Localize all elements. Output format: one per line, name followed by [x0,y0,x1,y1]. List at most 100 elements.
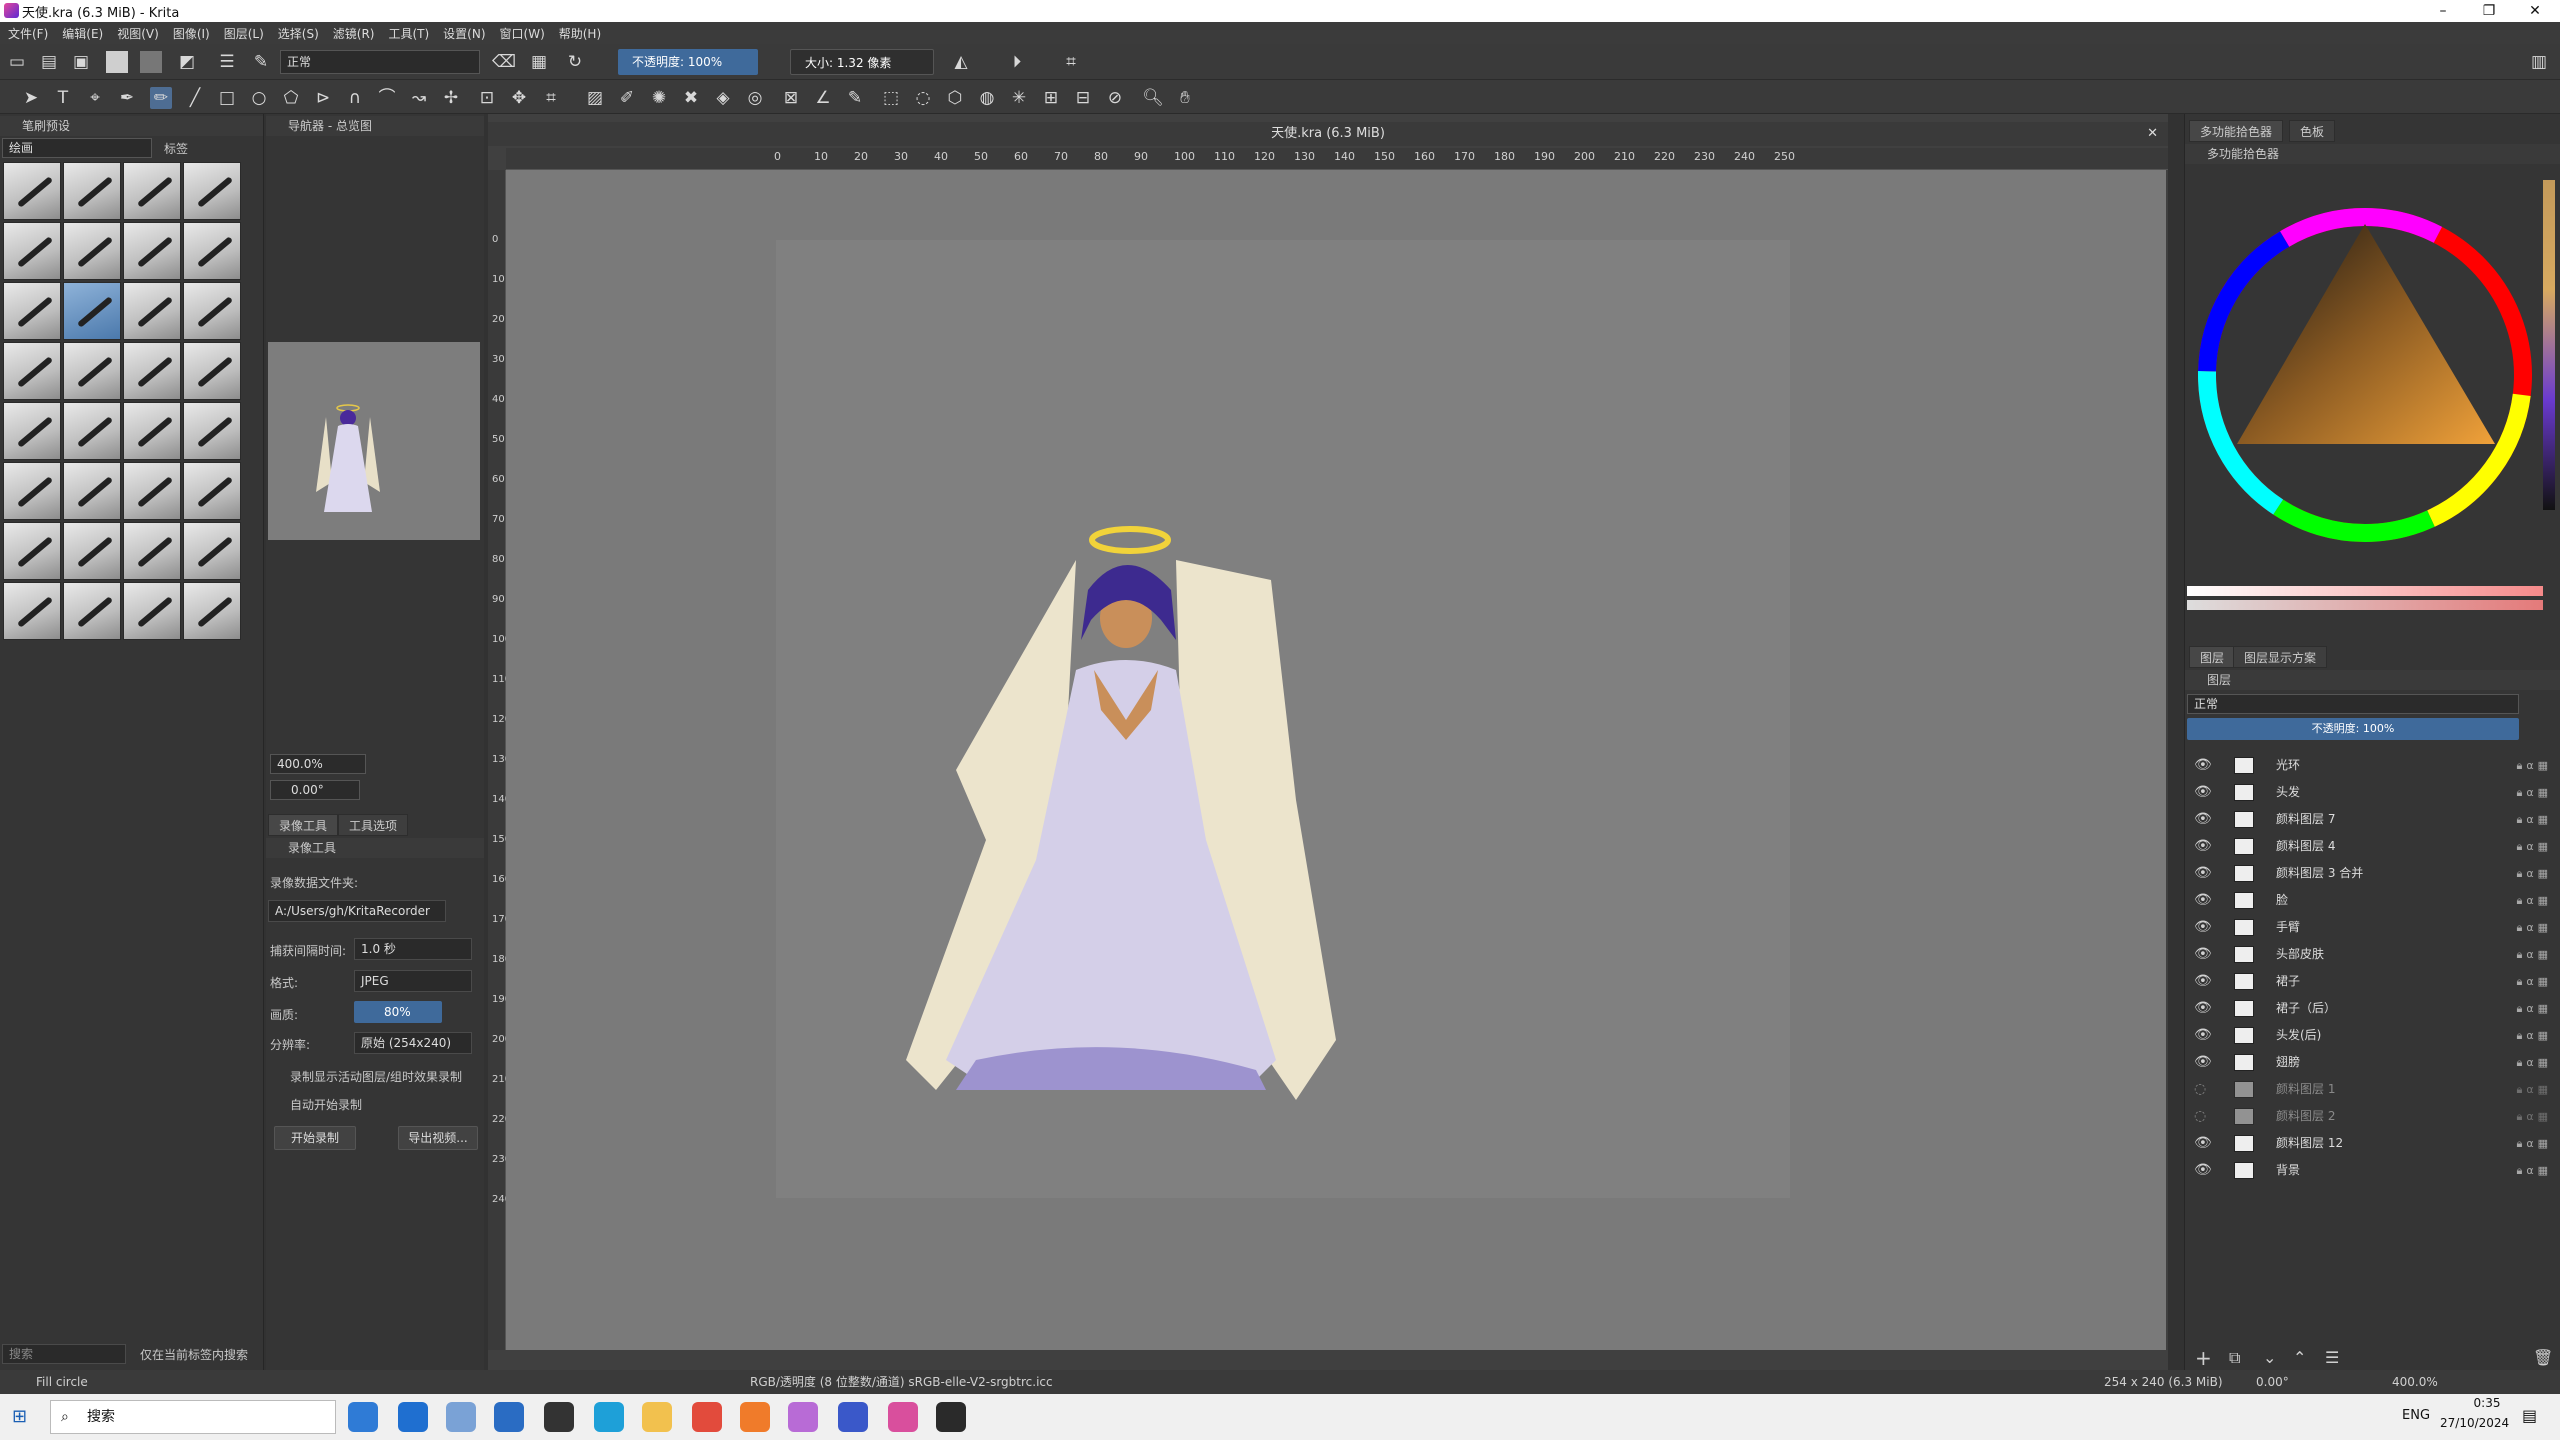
close-window-button[interactable]: ✕ [2512,0,2558,22]
duplicate-layer-icon[interactable]: ⧉ [2229,1348,2240,1368]
eye-icon[interactable]: 👁︎ [2194,887,2212,914]
magnetic-select-icon[interactable]: ⊘ [1104,87,1126,109]
brush-preset[interactable] [3,462,61,520]
freehand-select-icon[interactable]: ◍ [976,87,998,109]
brush-preset[interactable] [183,162,241,220]
brush-preset[interactable] [123,282,181,340]
brush-preset[interactable] [123,222,181,280]
app-icon[interactable] [936,1402,966,1432]
layer-lock-icon[interactable]: 🔒︎α▦ [2517,1022,2553,1049]
brush-preset[interactable] [183,582,241,640]
brush-preset[interactable] [3,522,61,580]
maximize-button[interactable]: ❐ [2466,0,2512,22]
menu-help[interactable]: 帮助(H) [559,25,601,42]
new-document-icon[interactable]: ▭ [6,51,28,73]
app-icon[interactable] [788,1402,818,1432]
move-tool-icon[interactable]: ✥ [508,87,530,109]
similar-select-icon[interactable]: ⊞ [1040,87,1062,109]
polyline-tool-icon[interactable]: ⊳ [312,87,334,109]
brush-preset[interactable] [3,402,61,460]
select-shapes-icon[interactable]: ➤ [20,87,42,109]
menu-view[interactable]: 视图(V) [117,25,159,42]
rect-select-icon[interactable]: ⬚ [880,87,902,109]
layer-lock-icon[interactable]: 🔒︎α▦ [2517,941,2553,968]
recorder-active-layer-checkbox[interactable]: 录制显示活动图层/组时效果录制 [290,1068,462,1085]
layer-lock-icon[interactable]: 🔒︎α▦ [2517,887,2553,914]
canvas-image[interactable] [776,240,1790,1198]
minimize-button[interactable]: – [2420,0,2466,22]
export-video-button[interactable]: 导出视频... [398,1126,478,1150]
brush-preset[interactable] [123,402,181,460]
eye-icon[interactable]: 👁︎ [2194,968,2212,995]
gradient-swatch[interactable] [106,51,128,73]
brush-preset[interactable] [123,342,181,400]
recorder-quality-slider[interactable]: 80% [354,1001,442,1023]
status-rotation[interactable]: 0.00° [2256,1370,2289,1394]
layer-row[interactable]: 👁︎ 脸 🔒︎α▦ [2186,887,2558,914]
polygon-select-icon[interactable]: ⬡ [944,87,966,109]
bezier-select-icon[interactable]: ⊟ [1072,87,1094,109]
search-in-tag-checkbox[interactable]: 仅在当前标签内搜索 [140,1346,248,1363]
alpha-lock-icon[interactable]: ▦ [528,51,550,73]
blend-mode-select[interactable]: 正常 [280,50,480,74]
brush-preset[interactable] [183,282,241,340]
brush-preset[interactable] [123,522,181,580]
reference-tool-icon[interactable]: ✎ [844,87,866,109]
brush-settings-icon[interactable]: ☰ [216,51,238,73]
docker-toggle-icon[interactable]: ▥ [2528,51,2550,73]
color-picker-icon[interactable]: ✐ [616,87,638,109]
layer-row[interactable]: 👁︎ 背景 🔒︎α▦ [2186,1157,2558,1184]
colorize-mask-icon[interactable]: ✖ [680,87,702,109]
menu-file[interactable]: 文件(F) [8,25,48,42]
eye-icon[interactable]: 👁︎ [2194,1130,2212,1157]
brush-preset[interactable] [123,582,181,640]
brush-preset-selected[interactable] [63,282,121,340]
taskbar-search[interactable]: ⌕ 搜索 [50,1400,336,1434]
layer-row[interactable]: 👁︎ 颜料图层 4 🔒︎α▦ [2186,833,2558,860]
save-icon[interactable]: ▣ [70,51,92,73]
layer-lock-icon[interactable]: 🔒︎α▦ [2517,779,2553,806]
tab-tool-options[interactable]: 工具选项 [338,814,409,836]
layer-row[interactable]: 👁︎ 光环 🔒︎α▦ [2186,752,2558,779]
menu-edit[interactable]: 编辑(E) [62,25,103,42]
gradient-tool-icon[interactable]: ▨ [584,87,606,109]
brush-preset[interactable] [63,462,121,520]
start-recording-button[interactable]: 开始录制 [274,1126,356,1150]
menu-image[interactable]: 图像(I) [173,25,210,42]
layer-properties-icon[interactable]: ☰ [2325,1348,2339,1367]
recorder-autostart-checkbox[interactable]: 自动开始录制 [290,1096,362,1113]
layer-row[interactable]: 👁︎ 手臂 🔒︎α▦ [2186,914,2558,941]
pattern-swatch[interactable] [140,51,162,73]
layer-lock-icon[interactable]: 🔒︎α▦ [2517,968,2553,995]
freehand-brush-icon[interactable]: ✏ [150,87,172,109]
ellipse-select-icon[interactable]: ◌ [912,87,934,109]
brush-preset[interactable] [63,402,121,460]
file-explorer-icon[interactable] [642,1402,672,1432]
recorder-format-select[interactable]: JPEG [354,970,472,992]
eye-icon[interactable]: 👁︎ [2194,914,2212,941]
calligraphy-icon[interactable]: ✒ [116,87,138,109]
layer-opacity-slider[interactable]: 不透明度: 100% [2187,718,2519,740]
recorder-interval-input[interactable]: 1.0 秒 [354,938,472,960]
wrap-around-icon[interactable]: ⌗ [1060,51,1082,73]
layer-row[interactable]: 👁︎ 裙子 🔒︎α▦ [2186,968,2558,995]
brush-preset[interactable] [63,522,121,580]
text-tool-icon[interactable]: T [52,87,74,109]
brush-preset[interactable] [183,222,241,280]
eye-hidden-icon[interactable]: ◌ [2194,1076,2206,1103]
eye-icon[interactable]: 👁︎ [2194,941,2212,968]
mirror-horizontal-icon[interactable]: ◭ [950,51,972,73]
krita-taskbar-icon[interactable] [888,1402,918,1432]
layer-lock-icon[interactable]: 🔒︎α▦ [2517,752,2553,779]
add-layer-icon[interactable]: + [2195,1346,2212,1370]
layer-lock-icon[interactable]: 🔒︎α▦ [2517,1049,2553,1076]
eye-icon[interactable]: 👁︎ [2194,1157,2212,1184]
layer-lock-icon[interactable]: 🔒︎α▦ [2517,1157,2553,1184]
eraser-icon[interactable]: ⌫ [492,51,516,73]
app-icon[interactable] [398,1402,428,1432]
move-layer-up-icon[interactable]: ⌃ [2293,1348,2306,1367]
layer-lock-icon[interactable]: 🔒︎α▦ [2517,860,2553,887]
open-folder-icon[interactable]: ▤ [38,51,60,73]
recorder-resolution-select[interactable]: 原始 (254x240) [354,1032,472,1054]
polygon-tool-icon[interactable]: ⬠ [280,87,302,109]
